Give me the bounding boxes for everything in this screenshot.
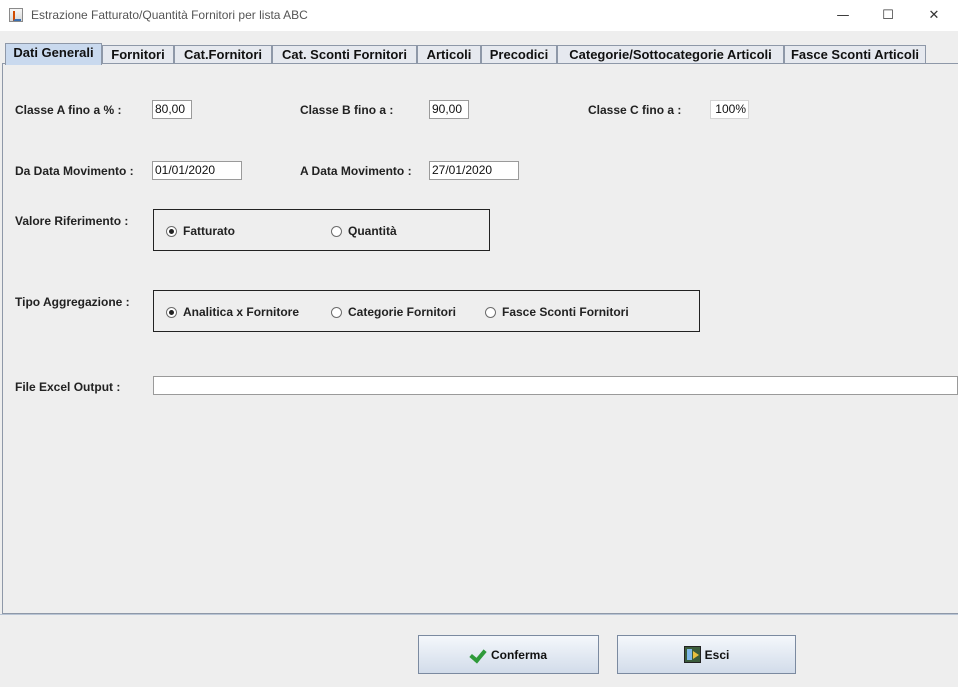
- tab-fasce-sconti-articoli[interactable]: Fasce Sconti Articoli: [784, 45, 926, 63]
- radio-unselected-icon: [331, 306, 342, 318]
- radio-selected-icon: [166, 225, 177, 237]
- radio-categorie-fornitori[interactable]: Categorie Fornitori: [331, 305, 456, 319]
- radio-categorie-label: Categorie Fornitori: [348, 305, 457, 319]
- window-title: Estrazione Fatturato/Quantità Fornitori …: [31, 8, 308, 22]
- classe-a-label: Classe A fino a % :: [15, 103, 122, 117]
- da-data-label: Da Data Movimento :: [15, 164, 134, 178]
- exit-door-icon: [683, 646, 701, 663]
- conferma-label: Conferma: [490, 647, 547, 662]
- classe-c-field: 100%: [710, 100, 749, 119]
- tab-categorie-sottocategorie-articoli[interactable]: Categorie/Sottocategorie Articoli: [557, 45, 784, 63]
- conferma-button[interactable]: Conferma: [418, 635, 599, 674]
- tab-precodici[interactable]: Precodici: [481, 45, 557, 63]
- radio-analitica-label: Analitica x Fornitore: [183, 305, 300, 319]
- radio-unselected-icon: [331, 225, 342, 237]
- title-bar: Estrazione Fatturato/Quantità Fornitori …: [0, 0, 958, 31]
- classe-c-label: Classe C fino a :: [588, 103, 682, 117]
- classe-b-field[interactable]: 90,00: [429, 100, 469, 119]
- radio-fatturato[interactable]: Fatturato: [166, 224, 235, 238]
- divider: [0, 614, 958, 615]
- radio-fasce-sconti-fornitori[interactable]: Fasce Sconti Fornitori: [485, 305, 629, 319]
- tab-fornitori[interactable]: Fornitori: [102, 45, 174, 63]
- maximize-icon[interactable]: ☐: [865, 0, 911, 31]
- radio-selected-icon: [166, 306, 177, 318]
- close-icon[interactable]: ✕: [911, 0, 957, 31]
- radio-analitica-fornitore[interactable]: Analitica x Fornitore: [166, 305, 299, 319]
- radio-fatturato-label: Fatturato: [183, 224, 235, 238]
- radio-unselected-icon: [485, 306, 496, 318]
- classe-a-field[interactable]: 80,00: [152, 100, 192, 119]
- tipo-aggregazione-label: Tipo Aggregazione :: [15, 295, 130, 309]
- radio-quantita[interactable]: Quantità: [331, 224, 397, 238]
- radio-quantita-label: Quantità: [348, 224, 397, 238]
- checkmark-icon: [470, 646, 487, 663]
- radio-fasce-label: Fasce Sconti Fornitori: [502, 305, 629, 319]
- app-icon: [9, 8, 23, 22]
- esci-button[interactable]: Esci: [617, 635, 796, 674]
- file-excel-output-field[interactable]: [153, 376, 958, 395]
- tab-cat-sconti-fornitori[interactable]: Cat. Sconti Fornitori: [272, 45, 417, 63]
- classe-b-label: Classe B fino a :: [300, 103, 394, 117]
- a-data-field[interactable]: 27/01/2020: [429, 161, 519, 180]
- a-data-label: A Data Movimento :: [300, 164, 412, 178]
- tab-articoli[interactable]: Articoli: [417, 45, 481, 63]
- minimize-icon[interactable]: —: [820, 0, 866, 31]
- file-excel-output-label: File Excel Output :: [15, 380, 121, 394]
- tab-cat-fornitori[interactable]: Cat.Fornitori: [174, 45, 272, 63]
- tab-panel-dati-generali: [2, 63, 958, 614]
- valore-riferimento-label: Valore Riferimento :: [15, 214, 129, 228]
- esci-label: Esci: [704, 647, 730, 662]
- da-data-field[interactable]: 01/01/2020: [152, 161, 242, 180]
- tab-dati-generali[interactable]: Dati Generali: [5, 43, 102, 65]
